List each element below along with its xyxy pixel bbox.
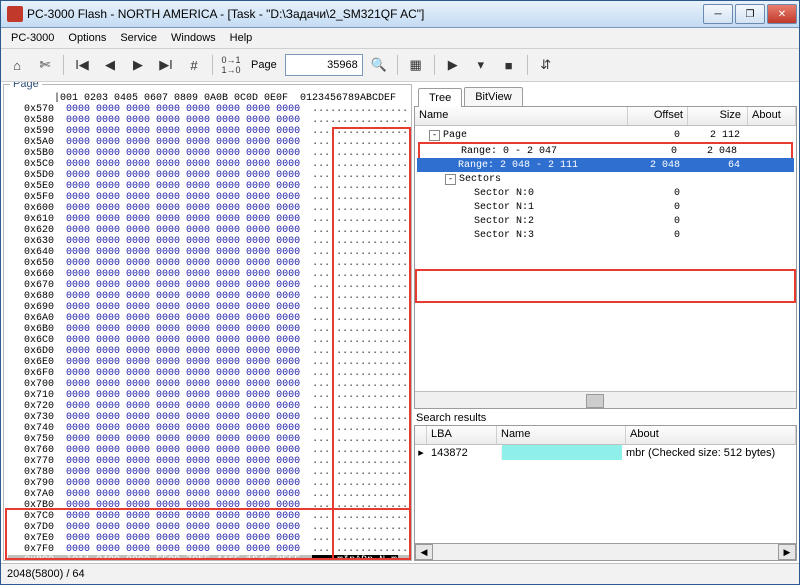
col-name[interactable]: Name <box>415 107 628 125</box>
menu-pc3000[interactable]: PC-3000 <box>5 30 60 46</box>
search-table: LBA Name About ▸143872mbr (Checked size:… <box>414 425 797 544</box>
tree-row[interactable]: Range: 2 048 - 2 1112 04864 <box>417 158 794 172</box>
search-results-label: Search results <box>414 411 797 425</box>
tree-row[interactable]: Sector N:20 <box>417 214 794 228</box>
tree-row[interactable]: -Page02 112 <box>417 128 794 142</box>
scroll-right-icon[interactable]: ▶ <box>778 544 796 560</box>
tree-row[interactable]: Range: 0 - 2 04702 048 <box>420 144 791 158</box>
search-scrollbar[interactable]: ◀ ▶ <box>414 544 797 561</box>
page-input[interactable] <box>285 54 363 76</box>
scroll-left-icon[interactable]: ◀ <box>415 544 433 560</box>
search-body[interactable]: ▸143872mbr (Checked size: 512 bytes) <box>415 445 796 543</box>
search-icon[interactable]: 🔍 <box>367 53 391 77</box>
play-icon[interactable]: ▶ <box>441 53 465 77</box>
tree-table: Name Offset Size About -Page02 112 Range:… <box>414 106 797 409</box>
col-s-about[interactable]: About <box>626 426 796 444</box>
tab-bar: Tree BitView <box>414 84 797 106</box>
status-bar: 2048(5800) / 64 <box>1 563 799 584</box>
col-offset[interactable]: Offset <box>628 107 688 125</box>
hex-panel: Page |001 0203 0405 0607 0809 0A0B 0C0D … <box>3 84 412 561</box>
tree-body[interactable]: -Page02 112 Range: 0 - 2 04702 048Range: … <box>415 126 796 391</box>
tab-tree[interactable]: Tree <box>418 88 462 107</box>
dropdown-icon[interactable]: ▾ <box>469 53 493 77</box>
tools-icon[interactable]: ⇵ <box>534 53 558 77</box>
row-marker-icon: ▸ <box>415 446 427 459</box>
hex-view[interactable]: |001 0203 0405 0607 0809 0A0B 0C0D 0E0F … <box>4 85 411 560</box>
last-page-button[interactable]: ▶I <box>154 53 178 77</box>
tree-row[interactable]: -Sectors <box>417 172 794 186</box>
tree-row[interactable]: Sector N:00 <box>417 186 794 200</box>
tab-bitview[interactable]: BitView <box>464 87 522 106</box>
col-s-name[interactable]: Name <box>497 426 626 444</box>
menu-service[interactable]: Service <box>114 30 163 46</box>
minimize-button[interactable]: ─ <box>703 4 733 24</box>
prev-page-button[interactable]: ◀ <box>98 53 122 77</box>
status-text: 2048(5800) / 64 <box>7 568 85 580</box>
page-label: Page <box>247 59 281 71</box>
col-size[interactable]: Size <box>688 107 748 125</box>
app-icon <box>7 6 23 22</box>
menu-bar: PC-3000 Options Service Windows Help <box>1 28 799 49</box>
menu-options[interactable]: Options <box>62 30 112 46</box>
first-page-button[interactable]: I◀ <box>70 53 94 77</box>
tree-row[interactable]: Sector N:30 <box>417 228 794 242</box>
tool-btn-2[interactable]: ✄ <box>33 53 57 77</box>
menu-help[interactable]: Help <box>224 30 259 46</box>
toolbar: ⌂ ✄ I◀ ◀ ▶ ▶I # 0→11→0 Page 🔍 ▦ ▶ ▾ ■ ⇵ <box>1 49 799 82</box>
next-page-button[interactable]: ▶ <box>126 53 150 77</box>
window-title: PC-3000 Flash - NORTH AMERICA - [Task - … <box>27 7 701 21</box>
grid-icon[interactable]: # <box>182 53 206 77</box>
stop-icon[interactable]: ■ <box>497 53 521 77</box>
maximize-button[interactable]: ❐ <box>735 4 765 24</box>
col-about[interactable]: About <box>748 107 796 125</box>
col-marker <box>415 426 427 444</box>
bits-icon[interactable]: 0→11→0 <box>219 53 243 77</box>
title-bar: PC-3000 Flash - NORTH AMERICA - [Task - … <box>1 1 799 28</box>
tool-btn-1[interactable]: ⌂ <box>5 53 29 77</box>
menu-windows[interactable]: Windows <box>165 30 222 46</box>
view-grid-icon[interactable]: ▦ <box>404 53 428 77</box>
horiz-scrollbar[interactable] <box>415 391 796 408</box>
tree-row[interactable]: Sector N:10 <box>417 200 794 214</box>
close-button[interactable]: ✕ <box>767 4 797 24</box>
search-row[interactable]: ▸143872mbr (Checked size: 512 bytes) <box>415 445 796 460</box>
col-lba[interactable]: LBA <box>427 426 497 444</box>
